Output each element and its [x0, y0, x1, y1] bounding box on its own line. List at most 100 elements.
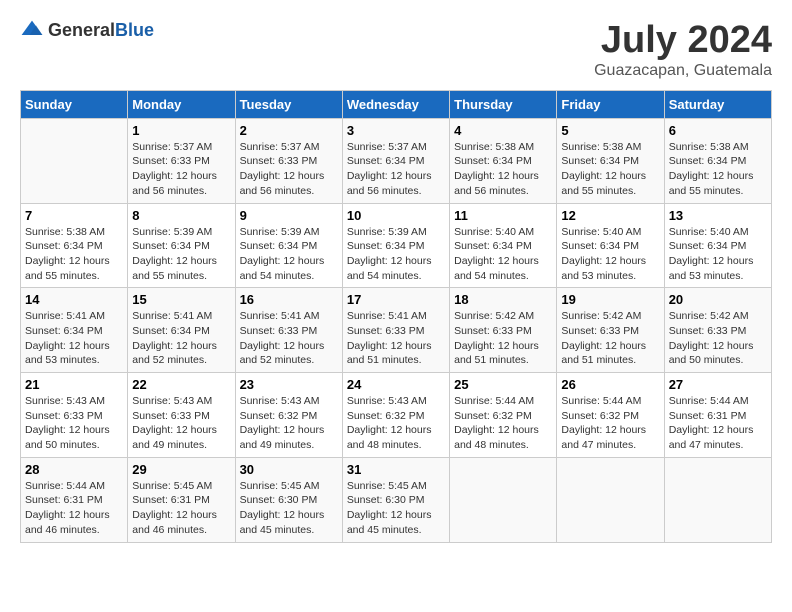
day-cell: 12 Sunrise: 5:40 AM Sunset: 6:34 PM Dayli…: [557, 203, 664, 288]
calendar-header: Sunday Monday Tuesday Wednesday Thursday…: [21, 90, 772, 118]
day-info: Sunrise: 5:37 AM Sunset: 6:34 PM Dayligh…: [347, 140, 445, 199]
day-cell: 23Sunrise: 5:43 AM Sunset: 6:32 PM Dayli…: [235, 373, 342, 458]
day-info: Sunrise: 5:42 AM Sunset: 6:33 PM Dayligh…: [561, 309, 659, 368]
day-cell: [557, 457, 664, 542]
day-info: Sunrise: 5:43 AM Sunset: 6:32 PM Dayligh…: [240, 394, 338, 453]
day-cell: 31 Sunrise: 5:45 AM Sunset: 6:30 PM Dayli…: [342, 457, 449, 542]
day-cell: 15 Sunrise: 5:41 AM Sunset: 6:34 PM Dayli…: [128, 288, 235, 373]
day-cell: 1 Sunrise: 5:37 AM Sunset: 6:33 PM Daylig…: [128, 118, 235, 203]
calendar-table: Sunday Monday Tuesday Wednesday Thursday…: [20, 90, 772, 543]
day-cell: 9 Sunrise: 5:39 AM Sunset: 6:34 PM Daylig…: [235, 203, 342, 288]
day-cell: 10 Sunrise: 5:39 AM Sunset: 6:34 PM Dayli…: [342, 203, 449, 288]
day-number: 12: [561, 208, 659, 223]
day-cell: 17 Sunrise: 5:41 AM Sunset: 6:33 PM Dayli…: [342, 288, 449, 373]
title-area: July 2024 Guazacapan, Guatemala: [594, 20, 772, 80]
day-info: Sunrise: 5:44 AM Sunset: 6:31 PM Dayligh…: [25, 479, 123, 538]
day-cell: 19 Sunrise: 5:42 AM Sunset: 6:33 PM Dayli…: [557, 288, 664, 373]
day-number: 22: [132, 377, 230, 392]
day-cell: 28 Sunrise: 5:44 AM Sunset: 6:31 PM Dayli…: [21, 457, 128, 542]
header-thursday: Thursday: [450, 90, 557, 118]
logo-text-blue: Blue: [115, 20, 154, 40]
day-cell: 8Sunrise: 5:39 AM Sunset: 6:34 PM Daylig…: [128, 203, 235, 288]
day-number: 18: [454, 292, 552, 307]
month-title: July 2024: [594, 20, 772, 62]
day-number: 8: [132, 208, 230, 223]
day-cell: 13Sunrise: 5:40 AM Sunset: 6:34 PM Dayli…: [664, 203, 771, 288]
day-info: Sunrise: 5:39 AM Sunset: 6:34 PM Dayligh…: [240, 225, 338, 284]
day-cell: 30Sunrise: 5:45 AM Sunset: 6:30 PM Dayli…: [235, 457, 342, 542]
day-number: 16: [240, 292, 338, 307]
day-info: Sunrise: 5:45 AM Sunset: 6:30 PM Dayligh…: [347, 479, 445, 538]
day-info: Sunrise: 5:43 AM Sunset: 6:33 PM Dayligh…: [132, 394, 230, 453]
day-cell: [450, 457, 557, 542]
week-row-5: 28 Sunrise: 5:44 AM Sunset: 6:31 PM Dayli…: [21, 457, 772, 542]
day-info: Sunrise: 5:44 AM Sunset: 6:32 PM Dayligh…: [561, 394, 659, 453]
day-info: Sunrise: 5:43 AM Sunset: 6:32 PM Dayligh…: [347, 394, 445, 453]
day-number: 15: [132, 292, 230, 307]
day-cell: 26 Sunrise: 5:44 AM Sunset: 6:32 PM Dayli…: [557, 373, 664, 458]
week-row-1: 1 Sunrise: 5:37 AM Sunset: 6:33 PM Daylig…: [21, 118, 772, 203]
day-info: Sunrise: 5:43 AM Sunset: 6:33 PM Dayligh…: [25, 394, 123, 453]
day-number: 30: [240, 462, 338, 477]
day-info: Sunrise: 5:41 AM Sunset: 6:34 PM Dayligh…: [132, 309, 230, 368]
day-cell: 6Sunrise: 5:38 AM Sunset: 6:34 PM Daylig…: [664, 118, 771, 203]
header-saturday: Saturday: [664, 90, 771, 118]
day-number: 6: [669, 123, 767, 138]
day-number: 31: [347, 462, 445, 477]
logo: GeneralBlue: [20, 20, 154, 41]
header-tuesday: Tuesday: [235, 90, 342, 118]
day-number: 28: [25, 462, 123, 477]
day-info: Sunrise: 5:44 AM Sunset: 6:31 PM Dayligh…: [669, 394, 767, 453]
day-info: Sunrise: 5:37 AM Sunset: 6:33 PM Dayligh…: [132, 140, 230, 199]
day-number: 7: [25, 208, 123, 223]
day-info: Sunrise: 5:39 AM Sunset: 6:34 PM Dayligh…: [347, 225, 445, 284]
day-info: Sunrise: 5:41 AM Sunset: 6:33 PM Dayligh…: [347, 309, 445, 368]
week-row-4: 21 Sunrise: 5:43 AM Sunset: 6:33 PM Dayli…: [21, 373, 772, 458]
day-info: Sunrise: 5:40 AM Sunset: 6:34 PM Dayligh…: [561, 225, 659, 284]
header-sunday: Sunday: [21, 90, 128, 118]
day-cell: 11 Sunrise: 5:40 AM Sunset: 6:34 PM Dayli…: [450, 203, 557, 288]
header-wednesday: Wednesday: [342, 90, 449, 118]
day-info: Sunrise: 5:45 AM Sunset: 6:31 PM Dayligh…: [132, 479, 230, 538]
day-number: 21: [25, 377, 123, 392]
day-info: Sunrise: 5:41 AM Sunset: 6:33 PM Dayligh…: [240, 309, 338, 368]
day-cell: 7Sunrise: 5:38 AM Sunset: 6:34 PM Daylig…: [21, 203, 128, 288]
day-number: 10: [347, 208, 445, 223]
day-info: Sunrise: 5:40 AM Sunset: 6:34 PM Dayligh…: [454, 225, 552, 284]
header-monday: Monday: [128, 90, 235, 118]
day-info: Sunrise: 5:38 AM Sunset: 6:34 PM Dayligh…: [454, 140, 552, 199]
calendar-body: 1 Sunrise: 5:37 AM Sunset: 6:33 PM Daylig…: [21, 118, 772, 542]
day-number: 26: [561, 377, 659, 392]
day-info: Sunrise: 5:42 AM Sunset: 6:33 PM Dayligh…: [669, 309, 767, 368]
header: GeneralBlue July 2024 Guazacapan, Guatem…: [20, 20, 772, 80]
day-cell: 16 Sunrise: 5:41 AM Sunset: 6:33 PM Dayli…: [235, 288, 342, 373]
logo-icon: [20, 19, 44, 39]
day-number: 5: [561, 123, 659, 138]
day-cell: 18Sunrise: 5:42 AM Sunset: 6:33 PM Dayli…: [450, 288, 557, 373]
day-number: 1: [132, 123, 230, 138]
day-number: 14: [25, 292, 123, 307]
day-info: Sunrise: 5:37 AM Sunset: 6:33 PM Dayligh…: [240, 140, 338, 199]
day-cell: 27 Sunrise: 5:44 AM Sunset: 6:31 PM Dayli…: [664, 373, 771, 458]
logo-text-general: General: [48, 20, 115, 40]
day-cell: 24 Sunrise: 5:43 AM Sunset: 6:32 PM Dayli…: [342, 373, 449, 458]
day-cell: 25Sunrise: 5:44 AM Sunset: 6:32 PM Dayli…: [450, 373, 557, 458]
day-number: 17: [347, 292, 445, 307]
day-number: 2: [240, 123, 338, 138]
day-number: 27: [669, 377, 767, 392]
day-cell: 22 Sunrise: 5:43 AM Sunset: 6:33 PM Dayli…: [128, 373, 235, 458]
day-number: 9: [240, 208, 338, 223]
day-number: 24: [347, 377, 445, 392]
day-cell: 20Sunrise: 5:42 AM Sunset: 6:33 PM Dayli…: [664, 288, 771, 373]
day-cell: 3 Sunrise: 5:37 AM Sunset: 6:34 PM Daylig…: [342, 118, 449, 203]
day-info: Sunrise: 5:38 AM Sunset: 6:34 PM Dayligh…: [561, 140, 659, 199]
day-number: 3: [347, 123, 445, 138]
day-number: 11: [454, 208, 552, 223]
week-row-3: 14 Sunrise: 5:41 AM Sunset: 6:34 PM Dayli…: [21, 288, 772, 373]
day-number: 19: [561, 292, 659, 307]
day-number: 29: [132, 462, 230, 477]
day-number: 4: [454, 123, 552, 138]
week-row-2: 7Sunrise: 5:38 AM Sunset: 6:34 PM Daylig…: [21, 203, 772, 288]
day-info: Sunrise: 5:44 AM Sunset: 6:32 PM Dayligh…: [454, 394, 552, 453]
day-cell: 29 Sunrise: 5:45 AM Sunset: 6:31 PM Dayli…: [128, 457, 235, 542]
